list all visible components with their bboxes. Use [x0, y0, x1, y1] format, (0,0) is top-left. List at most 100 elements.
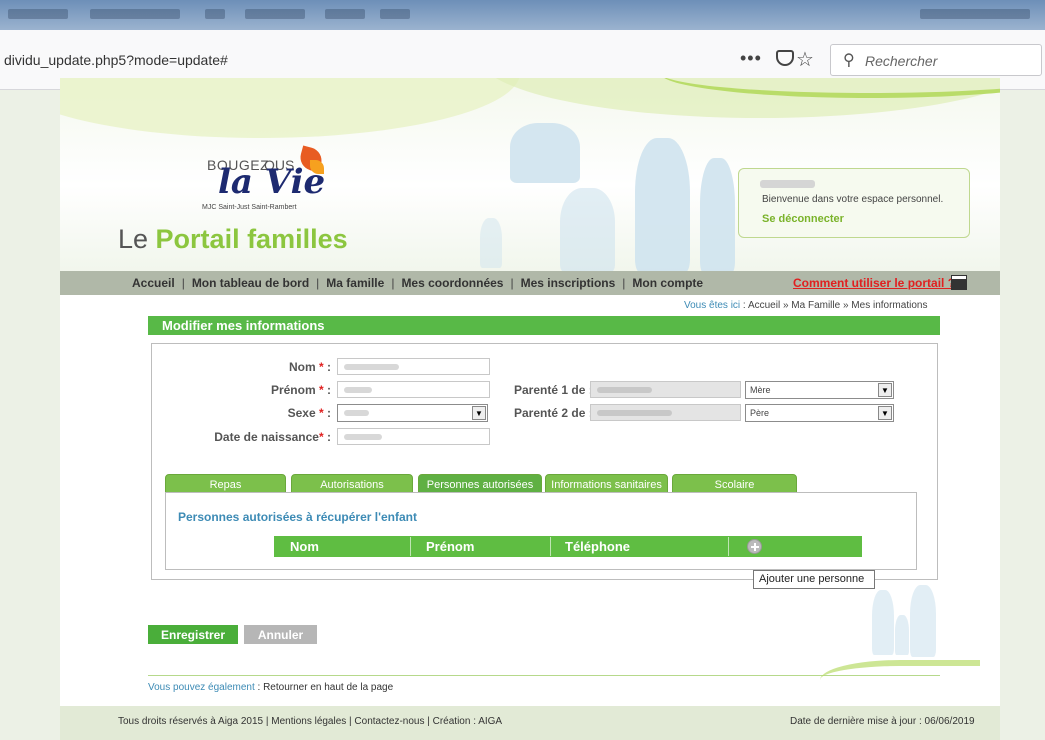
portal-title: Le Portail familles	[118, 224, 348, 255]
copyright-links[interactable]: Tous droits réservés à Aiga 2015 | Menti…	[118, 716, 502, 727]
add-person-tooltip: Ajouter une personne	[753, 570, 875, 589]
runner-illustration	[480, 218, 502, 268]
family-illustration	[910, 585, 936, 657]
clapperboard-icon[interactable]	[951, 275, 967, 290]
more-icon[interactable]: •••	[740, 48, 762, 69]
browser-tab[interactable]	[245, 9, 305, 19]
nav-separator: |	[622, 276, 626, 290]
nav-separator: |	[510, 276, 514, 290]
nom-field[interactable]	[337, 358, 490, 375]
logout-link[interactable]: Se déconnecter	[762, 213, 844, 225]
breadcrumb-path[interactable]: : Accueil » Ma Famille » Mes information…	[740, 300, 928, 311]
tab-repas[interactable]: Repas	[165, 474, 286, 493]
tab-panel	[165, 492, 917, 570]
parent1-role-select[interactable]: Mère ▼	[745, 381, 894, 399]
browser-tab[interactable]	[8, 9, 68, 19]
prenom-field[interactable]	[337, 381, 490, 398]
cancel-button[interactable]: Annuler	[244, 625, 317, 644]
nav-item-tableau-de-bord[interactable]: Mon tableau de bord	[192, 276, 309, 290]
adult-illustration	[635, 138, 690, 273]
add-person-icon[interactable]	[747, 539, 762, 554]
adult-illustration	[700, 158, 735, 273]
parent1-field	[590, 381, 741, 398]
nav-separator: |	[316, 276, 320, 290]
column-divider	[728, 537, 729, 556]
tab-scolaire[interactable]: Scolaire	[672, 474, 797, 493]
browser-search-box[interactable]: ⚲ Rechercher	[830, 44, 1042, 76]
column-divider	[550, 537, 551, 556]
section-title: Modifier mes informations	[162, 318, 325, 333]
parent2-role-value: Père	[750, 408, 770, 418]
breadcrumb-label: Vous êtes ici	[684, 300, 741, 311]
footer-swoosh	[820, 660, 980, 700]
chevron-down-icon[interactable]: ▼	[472, 406, 486, 420]
parent1-label: Parenté 1 de :	[514, 383, 593, 397]
parent1-role-value: Mère	[750, 385, 771, 395]
colon: :	[323, 406, 331, 420]
nav-item-mon-compte[interactable]: Mon compte	[632, 276, 703, 290]
date-naissance-field[interactable]	[337, 428, 490, 445]
address-bar[interactable]: dividu_update.php5?mode=update#	[4, 52, 228, 68]
nav-item-inscriptions[interactable]: Mes inscriptions	[521, 276, 616, 290]
redacted-value	[597, 410, 672, 416]
naissance-label: Date de naissance* :	[214, 430, 331, 444]
nav-separator: |	[181, 276, 185, 290]
cyclist-illustration	[560, 188, 615, 273]
breadcrumb: Vous êtes ici : Accueil » Ma Famille » M…	[684, 300, 927, 311]
browser-tab-strip	[0, 0, 1045, 30]
persons-table-header: Nom Prénom Téléphone	[274, 536, 862, 557]
prenom-label: Prénom * :	[271, 383, 331, 397]
sexe-label: Sexe * :	[288, 406, 331, 420]
family-illustration	[872, 590, 894, 655]
prenom-label-text: Prénom	[270, 383, 316, 397]
browser-tab[interactable]	[920, 9, 1030, 19]
nom-label-text: Nom	[288, 360, 316, 374]
portal-title-bold: Portail familles	[155, 224, 348, 254]
sexe-label-text: Sexe	[287, 406, 316, 420]
user-name-redacted	[760, 180, 815, 188]
back-to-top-line: Vous pouvez également : Retourner en hau…	[148, 682, 393, 693]
bookmark-star-icon[interactable]: ☆	[796, 47, 814, 72]
colon: :	[323, 383, 331, 397]
column-header-prenom: Prénom	[426, 539, 475, 554]
last-updated: Date de dernière mise à jour : 06/06/201…	[790, 716, 975, 727]
browser-tab[interactable]	[205, 9, 225, 19]
parent2-field	[590, 404, 741, 421]
portal-title-prefix: Le	[118, 224, 156, 254]
redacted-value	[344, 364, 399, 370]
nav-item-coordonnees[interactable]: Mes coordonnées	[401, 276, 503, 290]
chevron-down-icon[interactable]: ▼	[878, 406, 892, 420]
sexe-select[interactable]: ▼	[337, 404, 488, 422]
colon: :	[323, 430, 331, 444]
persons-title: Personnes autorisées à récupérer l'enfan…	[178, 510, 417, 524]
logo-leaf-icon	[310, 160, 324, 174]
section-title-bar: Modifier mes informations	[148, 316, 940, 335]
browser-tab[interactable]	[380, 9, 410, 19]
colon: :	[323, 360, 331, 374]
tab-personnes-autorisees[interactable]: Personnes autorisées	[418, 474, 542, 493]
browser-tab[interactable]	[325, 9, 365, 19]
naissance-label-text: Date de naissance	[214, 430, 319, 444]
redacted-value	[597, 387, 652, 393]
nav-item-ma-famille[interactable]: Ma famille	[326, 276, 384, 290]
tab-autorisations[interactable]: Autorisations	[291, 474, 413, 493]
search-placeholder: Rechercher	[865, 53, 938, 69]
redacted-value	[344, 434, 382, 440]
nav-item-accueil[interactable]: Accueil	[132, 276, 175, 290]
back-to-top-link[interactable]: : Retourner en haut de la page	[255, 682, 394, 693]
tab-informations-sanitaires[interactable]: Informations sanitaires	[545, 474, 668, 493]
redacted-value	[344, 410, 369, 416]
family-illustration	[895, 615, 909, 655]
browser-tab[interactable]	[90, 9, 180, 19]
save-button[interactable]: Enregistrer	[148, 625, 238, 644]
column-header-nom: Nom	[290, 539, 319, 554]
child-swing-illustration	[510, 123, 580, 183]
column-divider	[410, 537, 411, 556]
howto-link[interactable]: Comment utiliser le portail ?	[793, 276, 955, 290]
parent2-role-select[interactable]: Père ▼	[745, 404, 894, 422]
column-header-telephone: Téléphone	[565, 539, 631, 554]
redacted-value	[344, 387, 372, 393]
parent2-label: Parenté 2 de :	[514, 406, 593, 420]
nav-separator: |	[391, 276, 395, 290]
chevron-down-icon[interactable]: ▼	[878, 383, 892, 397]
